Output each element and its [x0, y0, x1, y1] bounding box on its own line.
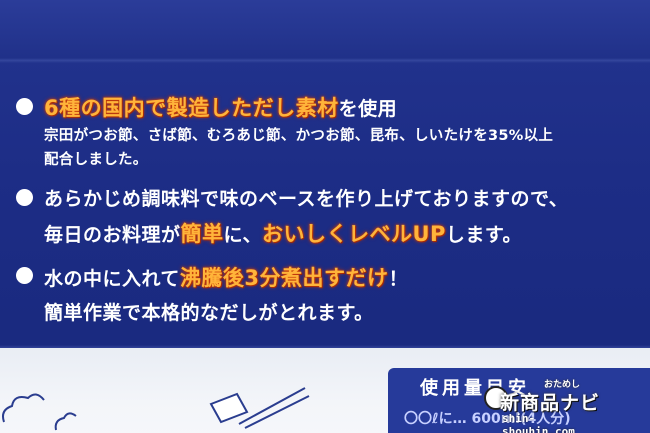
feature-2-highlight-2: おいしくレベルUP	[261, 222, 446, 246]
bullet-dot-icon	[16, 98, 33, 115]
bullet-dot-icon	[16, 267, 33, 284]
feature-1-highlight: 6種の国内で製造しただし素材	[44, 96, 339, 120]
feature-2-line2-c: します。	[445, 224, 523, 246]
feature-3-highlight: 沸騰後3分煮出すだけ	[179, 266, 389, 290]
package-crease	[0, 58, 650, 63]
feature-3-line1-a: 水の中に入れて	[44, 268, 180, 290]
product-package-photo: 6種の国内で製造しただし素材を使用 宗田がつお節、さば節、むろあじ節、かつお節、…	[0, 0, 650, 433]
cloud-doodle-icon	[2, 393, 77, 431]
feature-1-main-rest: を使用	[338, 98, 398, 120]
feature-2-line1: あらかじめ調味料で味のベースを作り上げておりますので、	[44, 188, 569, 210]
watermark-small-text: おためし	[544, 380, 581, 390]
pot-chopsticks-doodle-icon	[209, 387, 310, 429]
package-top-band	[0, 0, 650, 62]
feature-3-line2: 簡単作業で本格的なだしがとれます。	[44, 302, 374, 324]
feature-1-sub-line2: 配合しました。	[44, 152, 148, 168]
bullet-dot-icon	[16, 189, 33, 206]
feature-2-line2-a: 毎日のお料理が	[44, 224, 181, 246]
watermark-url: shin-shouhin.com	[502, 412, 575, 433]
watermark-brand: 新商品ナビ	[500, 392, 601, 414]
feature-3-line1-b: ！	[388, 268, 409, 290]
feature-2-line2: 毎日のお料理が簡単に、おいしくレベルUPします。	[44, 218, 522, 248]
feature-2-line2-b: に、	[223, 224, 262, 246]
watermark: おためし 新商品ナビ shin-shouhin.com	[500, 380, 601, 433]
feature-2-highlight-1: 簡単	[180, 222, 224, 246]
feature-3-line1: 水の中に入れて沸騰後3分煮出すだけ！	[44, 262, 408, 292]
feature-1-sub-line1: 宗田がつお節、さば節、むろあじ節、かつお節、昆布、しいたけを35%以上	[44, 128, 554, 144]
feature-1-main: 6種の国内で製造しただし素材を使用	[44, 92, 397, 122]
